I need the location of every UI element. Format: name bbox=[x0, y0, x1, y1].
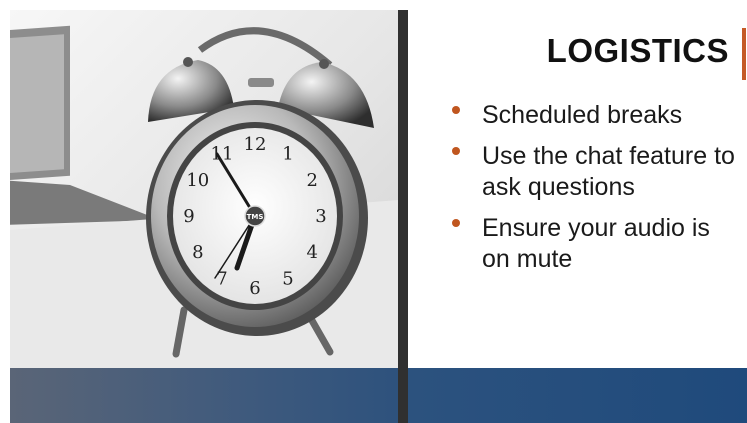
slide: 12 1 2 3 4 5 6 7 8 9 10 11 TMS LOGISTICS Scheduled … bbox=[0, 0, 747, 423]
bullet-dot-icon bbox=[452, 219, 460, 227]
clock-numeral: 12 bbox=[244, 134, 267, 155]
clock-numeral: 2 bbox=[306, 170, 317, 191]
clock-numeral: 1 bbox=[282, 144, 293, 165]
title-accent-bar bbox=[742, 28, 746, 80]
alarm-clock-image: 12 1 2 3 4 5 6 7 8 9 10 11 TMS bbox=[10, 10, 398, 368]
vertical-divider bbox=[398, 10, 408, 423]
bullet-item: Use the chat feature to ask questions bbox=[452, 141, 737, 203]
clock-numeral: 9 bbox=[183, 206, 194, 227]
bullet-text: Ensure your audio is on mute bbox=[482, 214, 710, 273]
bullet-item: Scheduled breaks bbox=[452, 100, 737, 131]
footer-band-left bbox=[10, 368, 398, 423]
bullet-text: Use the chat feature to ask questions bbox=[482, 142, 735, 201]
clock-numeral: 4 bbox=[306, 242, 317, 263]
bullet-dot-icon bbox=[452, 147, 460, 155]
bullet-list: Scheduled breaks Use the chat feature to… bbox=[452, 100, 737, 285]
clock-numeral: 5 bbox=[282, 268, 293, 289]
clock-handle bbox=[197, 27, 333, 68]
clock-numeral: 7 bbox=[216, 268, 227, 289]
clock-numeral: 8 bbox=[192, 242, 203, 263]
footer-band-right bbox=[408, 368, 747, 423]
bullet-item: Ensure your audio is on mute bbox=[452, 213, 737, 275]
hammer bbox=[248, 78, 274, 87]
laptop-shape bbox=[10, 25, 160, 225]
bullet-dot-icon bbox=[452, 106, 460, 114]
bullet-text: Scheduled breaks bbox=[482, 101, 683, 129]
clock-logo-text: TMS bbox=[247, 213, 264, 221]
clock-numeral: 3 bbox=[315, 206, 326, 227]
slide-title: LOGISTICS bbox=[546, 32, 729, 69]
clock-numeral: 10 bbox=[186, 170, 209, 191]
clock-numeral: 6 bbox=[249, 278, 260, 299]
